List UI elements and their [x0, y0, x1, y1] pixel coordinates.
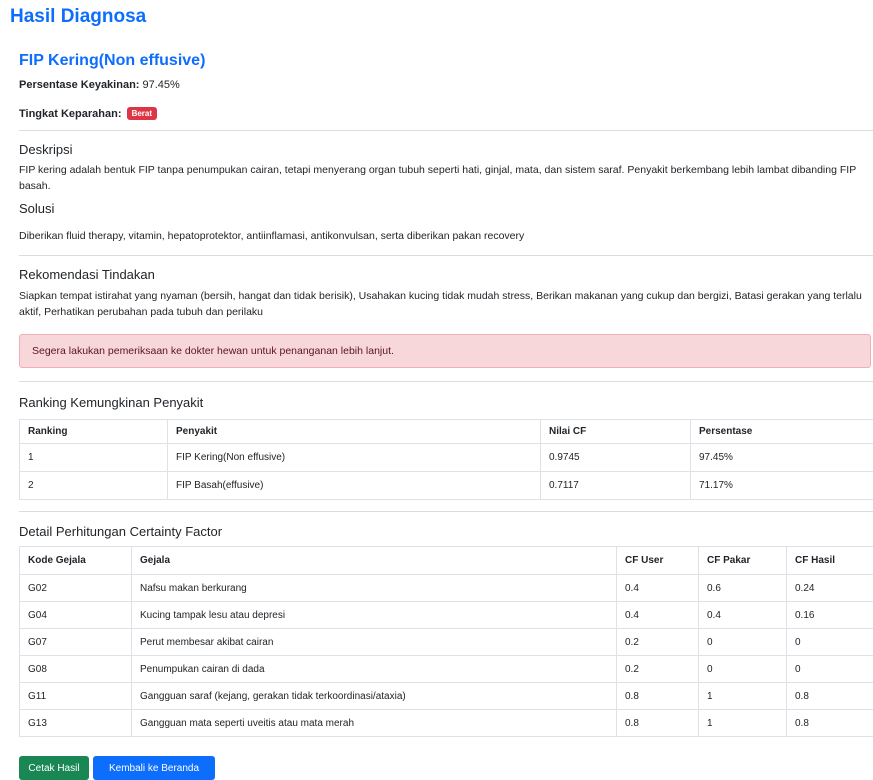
cell: G04 [20, 602, 132, 629]
warning-alert: Segera lakukan pemeriksaan ke dokter hew… [19, 334, 871, 368]
cell: 0 [787, 629, 873, 656]
table-row: G13 Gangguan mata seperti uveitis atau m… [20, 710, 873, 737]
table-row: 1 FIP Kering(Non effusive) 0.9745 97.45% [20, 444, 873, 472]
cell: 0.2 [617, 629, 699, 656]
severity-label: Tingkat Keparahan: [19, 108, 122, 120]
cell: 0.4 [617, 602, 699, 629]
cell: 71.17% [691, 472, 873, 500]
col-kode-gejala: Kode Gejala [20, 547, 132, 575]
table-row: G08 Penumpukan cairan di dada 0.2 0 0 [20, 656, 873, 683]
cell: 0.9745 [541, 444, 691, 472]
col-cf-pakar: CF Pakar [699, 547, 787, 575]
col-nilai-cf: Nilai CF [541, 420, 691, 444]
confidence-row: Persentase Keyakinan: 97.45% [19, 79, 180, 91]
cell: 0.8 [617, 710, 699, 737]
table-row: G02 Nafsu makan berkurang 0.4 0.6 0.24 [20, 575, 873, 602]
back-home-button[interactable]: Kembali ke Beranda [93, 756, 215, 780]
cell: 0.4 [699, 602, 787, 629]
col-persentase: Persentase [691, 420, 873, 444]
cell: 0.2 [617, 656, 699, 683]
cf-header-row: Kode Gejala Gejala CF User CF Pakar CF H… [20, 547, 873, 575]
cell: 0 [699, 656, 787, 683]
cell: 0 [699, 629, 787, 656]
col-ranking: Ranking [20, 420, 168, 444]
cell: G13 [20, 710, 132, 737]
cell: G07 [20, 629, 132, 656]
cell: G08 [20, 656, 132, 683]
col-penyakit: Penyakit [168, 420, 541, 444]
divider [19, 130, 873, 131]
cell: 1 [699, 683, 787, 710]
cell: Kucing tampak lesu atau depresi [132, 602, 617, 629]
cell: 0 [787, 656, 873, 683]
cell: FIP Basah(effusive) [168, 472, 541, 500]
divider [19, 255, 873, 256]
ranking-header-row: Ranking Penyakit Nilai CF Persentase [20, 420, 873, 444]
divider [19, 381, 873, 382]
cell: 0.7117 [541, 472, 691, 500]
cell: Penumpukan cairan di dada [132, 656, 617, 683]
cell: 97.45% [691, 444, 873, 472]
recommendation-text: Siapkan tempat istirahat yang nyaman (be… [19, 288, 869, 320]
cell: Nafsu makan berkurang [132, 575, 617, 602]
ranking-table: Ranking Penyakit Nilai CF Persentase 1 F… [19, 419, 873, 500]
description-heading: Deskripsi [19, 142, 72, 157]
table-row: G04 Kucing tampak lesu atau depresi 0.4 … [20, 602, 873, 629]
cell: G11 [20, 683, 132, 710]
cell: Gangguan saraf (kejang, gerakan tidak te… [132, 683, 617, 710]
table-row: G11 Gangguan saraf (kejang, gerakan tida… [20, 683, 873, 710]
print-result-button[interactable]: Cetak Hasil [19, 756, 89, 780]
col-cf-user: CF User [617, 547, 699, 575]
table-row: G07 Perut membesar akibat cairan 0.2 0 0 [20, 629, 873, 656]
severity-badge: Berat [127, 107, 157, 120]
cell: G02 [20, 575, 132, 602]
cf-detail-heading: Detail Perhitungan Certainty Factor [19, 524, 222, 539]
cell: 0.8 [787, 683, 873, 710]
cell: 1 [20, 444, 168, 472]
confidence-value: 97.45% [143, 79, 180, 91]
recommendation-heading: Rekomendasi Tindakan [19, 267, 155, 282]
cell: Perut membesar akibat cairan [132, 629, 617, 656]
cell: Gangguan mata seperti uveitis atau mata … [132, 710, 617, 737]
description-text: FIP kering adalah bentuk FIP tanpa penum… [19, 162, 869, 194]
cell: 0.4 [617, 575, 699, 602]
cell: FIP Kering(Non effusive) [168, 444, 541, 472]
cell: 2 [20, 472, 168, 500]
result-card: FIP Kering(Non effusive) Persentase Keya… [10, 38, 873, 778]
ranking-heading: Ranking Kemungkinan Penyakit [19, 395, 203, 410]
cell: 0.24 [787, 575, 873, 602]
cell: 0.8 [787, 710, 873, 737]
severity-row: Tingkat Keparahan: Berat [19, 107, 157, 120]
solution-text: Diberikan fluid therapy, vitamin, hepato… [19, 228, 869, 244]
diagnosis-name: FIP Kering(Non effusive) [19, 52, 205, 70]
cell: 1 [699, 710, 787, 737]
divider [19, 511, 873, 512]
col-gejala: Gejala [132, 547, 617, 575]
page-title: Hasil Diagnosa [10, 6, 146, 28]
table-row: 2 FIP Basah(effusive) 0.7117 71.17% [20, 472, 873, 500]
cf-detail-table: Kode Gejala Gejala CF User CF Pakar CF H… [19, 546, 873, 737]
confidence-label: Persentase Keyakinan: [19, 79, 139, 91]
cell: 0.16 [787, 602, 873, 629]
cell: 0.6 [699, 575, 787, 602]
col-cf-hasil: CF Hasil [787, 547, 873, 575]
cell: 0.8 [617, 683, 699, 710]
solution-heading: Solusi [19, 201, 54, 216]
